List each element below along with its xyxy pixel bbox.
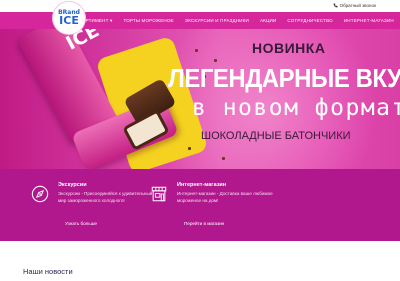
hero-banner[interactable]: ICE НОВИНКА ЛЕГЕНДАРНЫЕ ВКУС в новом фор… <box>0 29 400 169</box>
nav-item-cooperation[interactable]: Сотрудничество <box>287 18 333 23</box>
callback-label: Обратный звонок <box>339 3 376 8</box>
crumb <box>214 59 217 62</box>
crumb <box>222 157 225 160</box>
excursions-text: Экскурсии - Присоединяйся к удивительный… <box>58 191 153 203</box>
shop-icon <box>151 186 167 202</box>
shop-go-link[interactable]: Перейти в магазин <box>184 221 224 226</box>
chevron-down-icon: ▾ <box>110 17 113 23</box>
nav-item-cakes[interactable]: Торты мороженое <box>123 18 173 23</box>
page: Обратный звонок Ассортимент ▾ Торты моро… <box>0 0 400 281</box>
excursions-title: Экскурсии <box>58 182 87 188</box>
logo-text-bottom: ICE <box>59 14 79 27</box>
crumb <box>188 147 191 150</box>
compass-icon <box>31 185 49 203</box>
hero-title-line2: в новом формате <box>192 95 400 121</box>
nav-item-excursions[interactable]: Экскурсии и праздники <box>185 18 249 23</box>
nav-items: Ассортимент ▾ Торты мороженое Экскурсии … <box>72 12 394 29</box>
shop-title: Интернет-магазин <box>177 182 227 188</box>
nav-item-promos[interactable]: Акции <box>260 18 276 23</box>
info-band: Экскурсии Экскурсии - Присоединяйся к уд… <box>0 169 400 241</box>
phone-icon <box>333 3 338 8</box>
crumb <box>195 49 198 52</box>
hero-title: ЛЕГЕНДАРНЫЕ ВКУС <box>168 63 400 93</box>
nav-item-shop[interactable]: Интернет-магазин <box>344 18 394 23</box>
hero-kicker: НОВИНКА <box>252 40 326 56</box>
news-heading: Наши новости <box>23 267 73 276</box>
brand-logo[interactable]: BRand ICE <box>52 1 86 35</box>
hero-subtitle: ШОКОЛАДНЫЕ БАТОНЧИКИ <box>201 130 351 142</box>
callback-link[interactable]: Обратный звонок <box>333 3 376 8</box>
excursions-more-link[interactable]: Узнать больше <box>65 221 97 226</box>
shop-text: Интернет-магазин - Доставка ваше любимое… <box>177 191 273 203</box>
news-section: Наши новости <box>0 241 400 281</box>
